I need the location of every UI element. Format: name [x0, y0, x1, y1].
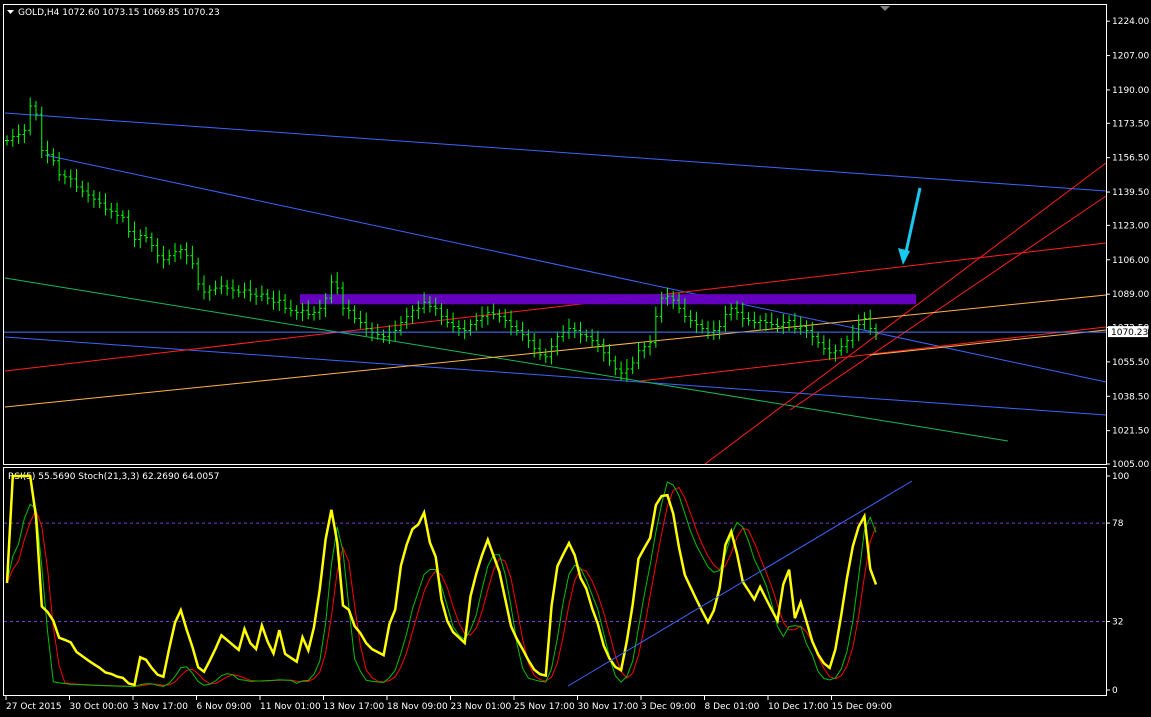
price-tick-label: 1190.00: [1112, 86, 1149, 96]
gold-h4-chart: GOLD,H4 1072.60 1073.15 1069.85 1070.23 …: [0, 0, 1151, 717]
time-tick-label: 15 Dec 09:00: [832, 702, 893, 712]
time-tick-label: 6 Nov 09:00: [197, 702, 252, 712]
price-tick-label: 1207.00: [1112, 52, 1149, 62]
time-tick-label: 3 Nov 17:00: [133, 702, 188, 712]
price-tick-label: 1139.50: [1112, 188, 1149, 198]
chart-background: [0, 0, 1151, 717]
price-tick-label: 1021.50: [1112, 427, 1149, 437]
price-tick-label: 1089.00: [1112, 290, 1149, 300]
time-tick-label: 27 Oct 2015: [6, 702, 62, 712]
price-tick-label: 1005.00: [1112, 460, 1149, 470]
time-tick-label: 30 Nov 17:00: [578, 702, 639, 712]
price-tick-label: 1173.50: [1112, 119, 1149, 129]
time-tick-label: 3 Dec 09:00: [641, 702, 696, 712]
time-tick-label: 18 Nov 09:00: [387, 702, 448, 712]
price-tick-label: 1156.50: [1112, 154, 1149, 164]
price-tick-label: 1055.50: [1112, 358, 1149, 368]
current-price-label: 1070.23: [1108, 326, 1148, 338]
current-price-value: 1070.23: [1111, 328, 1148, 338]
time-tick-label: 30 Oct 00:00: [70, 702, 129, 712]
osc-tick-label: 0: [1112, 686, 1118, 696]
time-tick-label: 11 Nov 01:00: [260, 702, 321, 712]
osc-tick-label: 78: [1112, 519, 1124, 529]
time-tick-label: 23 Nov 01:00: [451, 702, 512, 712]
resistance-zone: [300, 294, 916, 305]
oscillator-panel-title: RSI(5) 55.5690 Stoch(21,3,3) 62.2690 64.…: [8, 472, 220, 482]
time-tick-label: 10 Dec 17:00: [768, 702, 829, 712]
time-tick-label: 25 Nov 17:00: [514, 702, 575, 712]
time-tick-label: 13 Nov 17:00: [324, 702, 385, 712]
osc-tick-label: 100: [1112, 472, 1129, 482]
osc-tick-label: 32: [1112, 618, 1123, 628]
price-tick-label: 1038.50: [1112, 392, 1149, 402]
time-tick-label: 8 Dec 01:00: [705, 702, 760, 712]
price-panel-title: GOLD,H4 1072.60 1073.15 1069.85 1070.23: [18, 8, 220, 18]
price-tick-label: 1106.00: [1112, 256, 1149, 266]
price-tick-label: 1123.00: [1112, 221, 1149, 231]
price-tick-label: 1224.00: [1112, 17, 1149, 27]
